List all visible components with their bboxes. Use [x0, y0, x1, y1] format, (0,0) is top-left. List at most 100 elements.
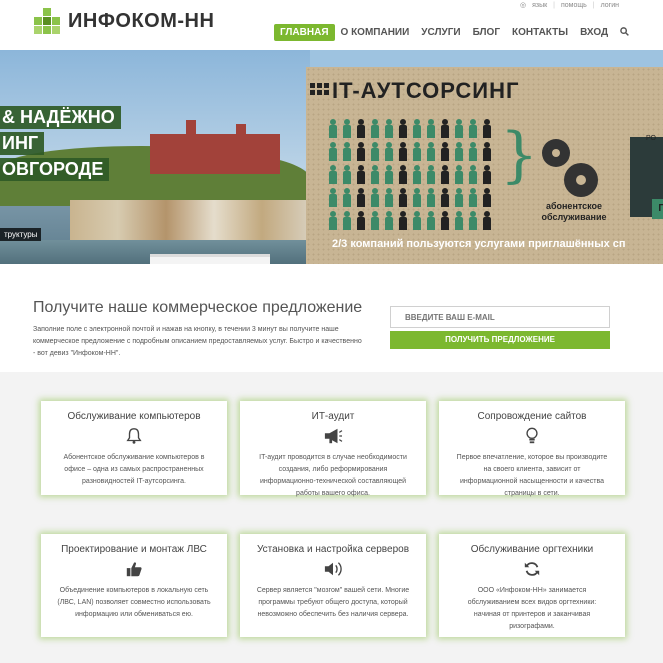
lightbulb-icon: [455, 426, 609, 446]
site-header: ИНФОКОМ-НН ГЛАВНАЯ О КОМПАНИИ УСЛУГИ БЛО…: [0, 0, 663, 50]
hero-caption-line: ИНГ: [0, 132, 45, 155]
person-icon: [370, 165, 380, 184]
offer-text: Заполние поле с электронной почтой и наж…: [33, 326, 362, 357]
person-icon: [412, 165, 422, 184]
hero-small-caption: труктуры: [0, 228, 42, 241]
service-text: Сервер является "мозгом" вашей сети. Мно…: [256, 587, 410, 618]
banner-panel-button: П: [652, 199, 663, 219]
service-title: ИТ-аудит: [311, 411, 355, 422]
person-icon: [328, 211, 338, 230]
nav-item-about[interactable]: О КОМПАНИИ: [335, 24, 416, 41]
banner-gear-label: абонентское обслуживание: [541, 201, 607, 222]
hero-slider[interactable]: & НАДЁЖНО ИНГ ОВГОРОДЕ труктуры IT-АУТСО…: [0, 50, 663, 264]
service-text: Объединение компьютеров в локальную сеть…: [57, 587, 211, 618]
person-icon: [328, 142, 338, 161]
city-photo-buildings: [70, 200, 310, 240]
person-icon: [412, 142, 422, 161]
person-icon: [482, 142, 492, 161]
nav-item-home[interactable]: ГЛАВНАЯ: [274, 23, 335, 41]
service-title: Сопровождение сайтов: [477, 411, 587, 422]
person-icon: [384, 188, 394, 207]
person-icon: [468, 142, 478, 161]
service-text: IT-аудит проводится в случае необходимос…: [259, 454, 407, 497]
person-icon: [370, 188, 380, 207]
email-field[interactable]: [390, 306, 610, 328]
service-card[interactable]: Обслуживание компьютеров Абонентское обс…: [41, 401, 227, 495]
person-icon: [342, 119, 352, 138]
person-icon: [412, 119, 422, 138]
person-icon: [342, 165, 352, 184]
person-icon: [440, 211, 450, 230]
nav-item-blog[interactable]: БЛОГ: [467, 24, 506, 41]
service-text: ООО «Инфоком-НН» занимается обслуживание…: [467, 587, 597, 630]
person-icon: [398, 142, 408, 161]
person-icon: [356, 165, 366, 184]
person-icon: [440, 165, 450, 184]
person-icon: [468, 119, 478, 138]
dots-icon: [310, 83, 329, 95]
service-text: Абонентское обслуживание компьютеров в о…: [63, 454, 205, 485]
person-icon: [440, 119, 450, 138]
person-icon: [468, 188, 478, 207]
person-icon: [412, 188, 422, 207]
person-icon: [440, 188, 450, 207]
person-icon: [468, 211, 478, 230]
person-icon: [384, 119, 394, 138]
person-icon: [370, 142, 380, 161]
person-icon: [370, 211, 380, 230]
person-icon: [426, 211, 436, 230]
person-icon: [342, 142, 352, 161]
people-infographic: [328, 119, 494, 232]
search-icon[interactable]: [614, 20, 635, 44]
person-icon: [482, 188, 492, 207]
person-icon: [482, 119, 492, 138]
service-title: Обслуживание компьютеров: [67, 411, 201, 422]
city-photo-ship: [150, 254, 270, 264]
brace-icon: }: [500, 120, 539, 190]
service-card[interactable]: Обслуживание оргтехники ООО «Инфоком-НН»…: [439, 534, 625, 637]
gear-icon: [542, 139, 570, 167]
services-section: Обслуживание компьютеров Абонентское обс…: [0, 372, 663, 663]
banner-bottom-text: 2/3 компаний пользуются услугами приглаш…: [332, 238, 626, 250]
person-icon: [440, 142, 450, 161]
person-icon: [468, 165, 478, 184]
person-icon: [482, 165, 492, 184]
banner-panel-label: РО: [646, 135, 656, 142]
nav-item-login[interactable]: ВХОД: [574, 24, 614, 41]
megaphone-icon: [256, 426, 410, 446]
person-icon: [328, 119, 338, 138]
hero-caption-line: & НАДЁЖНО: [0, 106, 121, 129]
person-icon: [356, 211, 366, 230]
offer-section: Получите наше коммерческое предложение З…: [0, 285, 663, 372]
city-photo-tower: [236, 124, 246, 140]
person-icon: [342, 188, 352, 207]
hero-caption-line: ОВГОРОДЕ: [0, 158, 110, 181]
service-card[interactable]: Сопровождение сайтов Первое впечатление,…: [439, 401, 625, 497]
service-text: Первое впечатление, которое вы производи…: [456, 454, 608, 497]
service-card[interactable]: ИТ-аудит IT-аудит проводится в случае не…: [240, 401, 426, 497]
person-icon: [454, 165, 464, 184]
person-icon: [426, 119, 436, 138]
offer-title: Получите наше коммерческое предложение: [33, 299, 363, 316]
refresh-icon: [455, 559, 609, 579]
service-card[interactable]: Установка и настройка серверов Сервер яв…: [240, 534, 426, 637]
person-icon: [454, 142, 464, 161]
person-icon: [482, 211, 492, 230]
speaker-icon: [256, 559, 410, 579]
person-icon: [426, 142, 436, 161]
service-card[interactable]: Проектирование и монтаж ЛВС Объединение …: [41, 534, 227, 637]
logo[interactable]: ИНФОКОМ-НН: [34, 8, 214, 34]
nav-item-contacts[interactable]: КОНТАКТЫ: [506, 24, 574, 41]
bell-icon: [57, 426, 211, 446]
gear-icon: [564, 163, 598, 197]
service-title: Проектирование и монтаж ЛВС: [61, 544, 207, 555]
person-icon: [398, 165, 408, 184]
person-icon: [398, 188, 408, 207]
logo-text: ИНФОКОМ-НН: [68, 9, 215, 32]
city-photo-kremlin: [150, 134, 280, 174]
nav-item-services[interactable]: УСЛУГИ: [415, 24, 466, 41]
it-outsourcing-banner: IT-АУТСОРСИНГ } абонентское обслуживание…: [306, 67, 663, 264]
get-offer-button[interactable]: ПОЛУЧИТЬ ПРЕДЛОЖЕНИЕ: [390, 331, 610, 349]
person-icon: [398, 119, 408, 138]
person-icon: [384, 142, 394, 161]
